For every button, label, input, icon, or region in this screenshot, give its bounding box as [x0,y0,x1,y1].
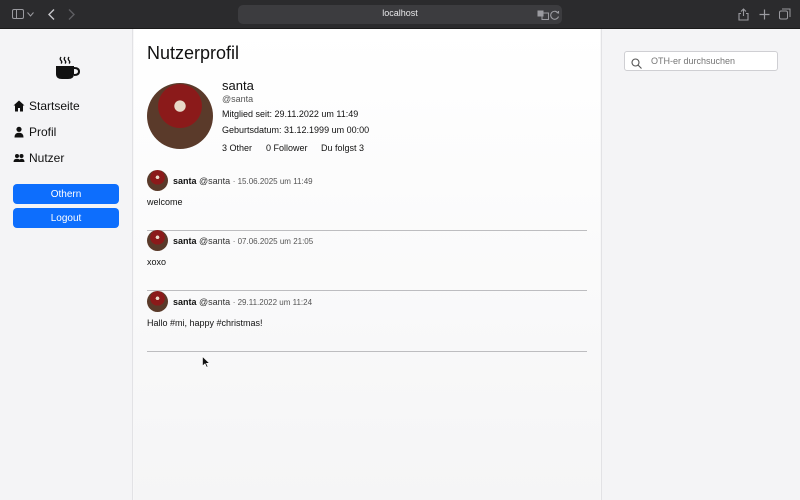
search-box[interactable] [624,51,778,71]
sidebar-item-label: Nutzer [29,151,65,165]
page-title: Nutzerprofil [147,43,240,63]
sidebar-toggle-icon[interactable] [11,7,25,21]
address-bar[interactable]: localhost [238,5,562,24]
post-timestamp: · 07.06.2025 um 21:05 [232,237,314,246]
sidebar-item-profil[interactable]: Profil [13,123,56,141]
post-author-handle: @santa [199,236,231,246]
avatar [147,83,213,149]
person-icon [13,126,25,138]
member-since: Mitglied seit: 29.11.2022 um 11:49 [222,109,359,119]
post-text: welcome [147,197,183,207]
url-text: localhost [382,8,418,18]
post-author-name[interactable]: santa [173,176,197,186]
main-content: Nutzerprofil santa @santa Mitglied seit:… [134,29,600,500]
coffee-cup-logo[interactable] [54,55,81,81]
others-count[interactable]: 3 Other [222,143,252,153]
search-input[interactable] [651,54,771,68]
avatar [147,230,168,251]
mouse-pointer-icon [202,355,211,368]
birthday: Geburtsdatum: 31.12.1999 um 00:00 [222,125,370,135]
share-icon[interactable] [736,7,750,21]
forward-icon[interactable] [64,7,78,21]
avatar [147,291,168,312]
post-item: santa @santa · 15.06.2025 um 11:49 welco… [147,170,587,231]
othern-button[interactable]: Othern [13,184,119,204]
people-icon [13,152,25,164]
post-author-handle: @santa [199,176,231,186]
new-tab-icon[interactable] [757,7,771,21]
post-header: santa @santa · 07.06.2025 um 21:05 [173,236,313,246]
sidebar-item-startseite[interactable]: Startseite [13,97,80,115]
sidebar-item-nutzer[interactable]: Nutzer [13,149,64,167]
following-count[interactable]: Du folgst 3 [321,143,364,153]
left-sidebar: Startseite Profil Nutzer Othern Logout [0,29,133,500]
post-timestamp: · 29.11.2022 um 11:24 [232,298,313,307]
sidebar-item-label: Startseite [29,99,80,113]
post-header: santa @santa · 29.11.2022 um 11:24 [173,297,312,307]
reload-icon[interactable] [548,8,562,22]
post-header: santa @santa · 15.06.2025 um 11:49 [173,176,313,186]
avatar [147,170,168,191]
profile-handle: @santa [222,94,254,104]
post-author-name[interactable]: santa [173,236,197,246]
post-author-name[interactable]: santa [173,297,197,307]
back-icon[interactable] [44,7,58,21]
search-icon [631,56,642,69]
sidebar-item-label: Profil [29,125,57,139]
home-icon [13,100,25,112]
follower-count[interactable]: 0 Follower [266,143,308,153]
logout-button[interactable]: Logout [13,208,119,228]
post-text: xoxo [147,257,167,267]
tabs-overview-icon[interactable] [778,7,792,21]
browser-toolbar: localhost [0,0,800,29]
chevron-down-icon[interactable] [25,7,35,21]
post-timestamp: · 15.06.2025 um 11:49 [232,177,313,186]
post-item: santa @santa · 29.11.2022 um 11:24 Hallo… [147,291,587,352]
post-author-handle: @santa [199,297,231,307]
right-sidebar [601,29,800,500]
profile-name: santa [222,78,254,93]
post-text: Hallo #mi, happy #christmas! [147,318,263,328]
post-item: santa @santa · 07.06.2025 um 21:05 xoxo [147,230,587,291]
